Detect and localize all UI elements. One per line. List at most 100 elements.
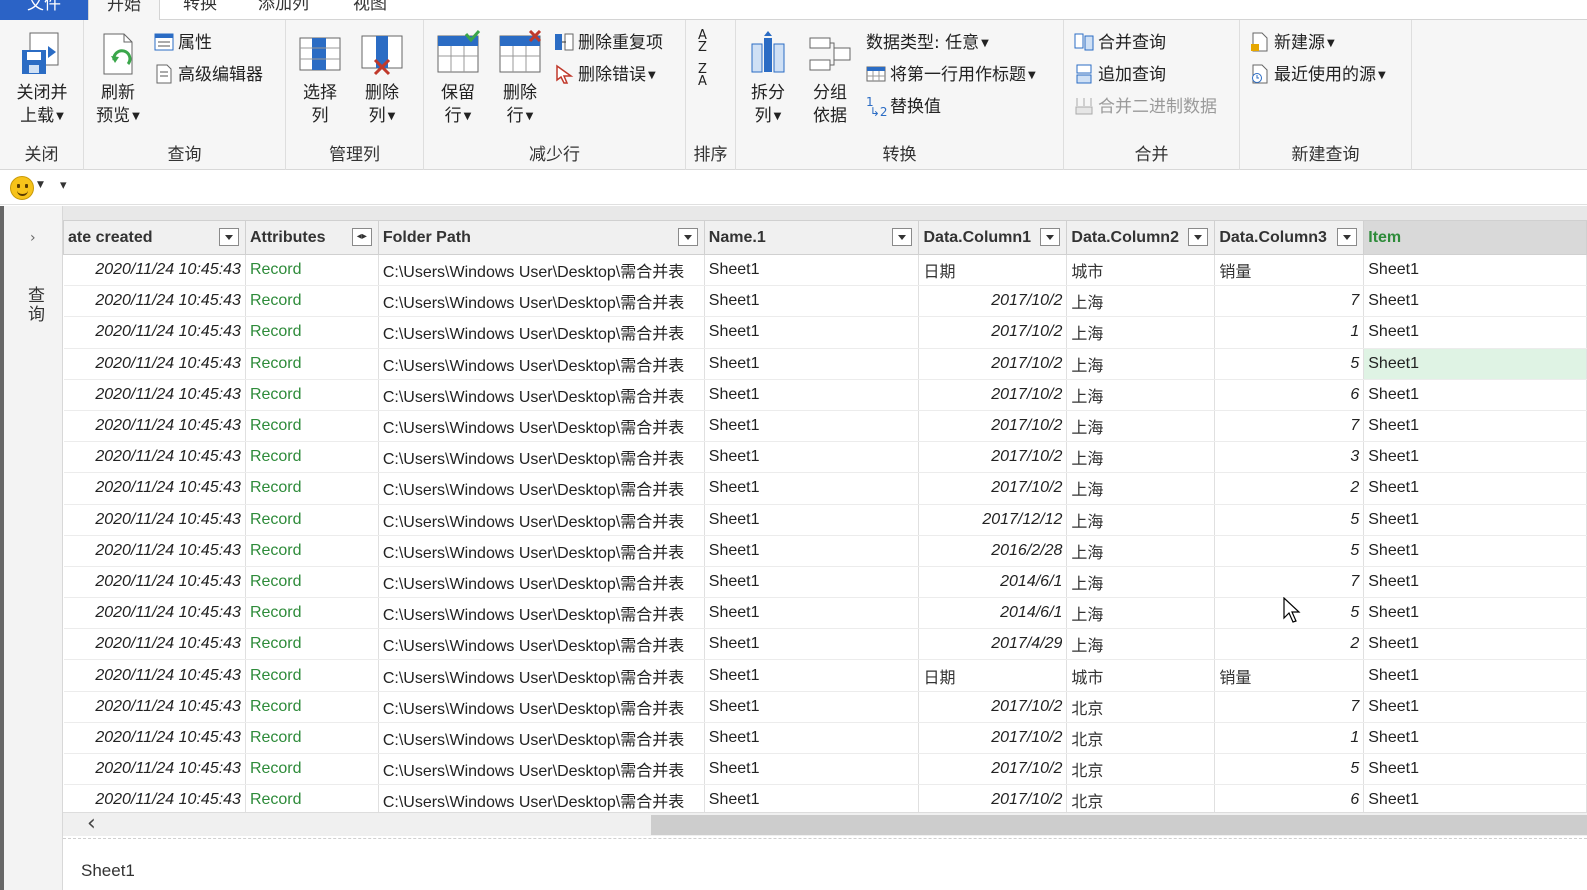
group-label-transform: 转换 bbox=[882, 145, 917, 165]
column-filter-dropdown-icon[interactable] bbox=[1337, 228, 1358, 246]
column-filter-dropdown-icon[interactable] bbox=[1188, 228, 1209, 246]
split-column-button[interactable]: 拆分 列 ▼ bbox=[738, 30, 798, 128]
table-cell[interactable]: Record bbox=[245, 285, 379, 318]
quick-access-toolbar: ▼ ▾ bbox=[0, 171, 1587, 205]
column-header-item[interactable]: Item bbox=[1363, 220, 1587, 255]
table-cell[interactable]: Record bbox=[245, 441, 379, 474]
table-cell: 2020/11/24 10:45:43 bbox=[63, 441, 246, 474]
recent-sources-button[interactable]: 最近使用的源 ▼ bbox=[1250, 62, 1386, 88]
combine-binaries-icon bbox=[1074, 96, 1094, 116]
combine-binaries-button[interactable]: 合并二进制数据 bbox=[1074, 94, 1217, 120]
table-row: 2020/11/24 10:45:43 Record C:\Users\Window… bbox=[63, 691, 1587, 723]
table-cell: 2017/10/2 bbox=[918, 316, 1068, 349]
table-cell[interactable]: Record bbox=[245, 410, 379, 443]
table-cell: 1 bbox=[1214, 316, 1365, 349]
tab-view[interactable]: 视图 bbox=[335, 0, 405, 20]
close-load-label-2: 上载 ▼ bbox=[20, 106, 64, 126]
column-header-name-1[interactable]: Name.1 bbox=[703, 220, 920, 255]
use-first-row-as-headers-button[interactable]: 将第一行用作标题 ▼ bbox=[866, 62, 1036, 88]
column-header-label: Folder Path bbox=[382, 228, 471, 246]
close-and-load-button[interactable]: 关闭并 上载 ▼ bbox=[12, 30, 72, 128]
keep-rows-button[interactable]: 保留 行 ▼ bbox=[428, 30, 488, 128]
replace-values-button[interactable]: 1 ↳2 替换值 bbox=[866, 94, 941, 120]
table-cell: 北京 bbox=[1066, 753, 1216, 786]
table-cell: Sheet1 bbox=[704, 254, 920, 287]
table-cell[interactable]: Record bbox=[245, 691, 379, 723]
smiley-dropdown-icon[interactable]: ▼ bbox=[37, 180, 44, 190]
table-cell: C:\Users\Windows User\Desktop\需合并表 bbox=[378, 753, 705, 786]
column-header-ate-created[interactable]: ate created bbox=[63, 220, 246, 255]
scrollbar-thumb[interactable] bbox=[651, 815, 1587, 835]
column-header-data-column1[interactable]: Data.Column1 bbox=[918, 220, 1068, 255]
column-filter-dropdown-icon[interactable] bbox=[892, 228, 913, 246]
tab-home[interactable]: 开始 bbox=[88, 0, 160, 21]
sort-descending-button[interactable]: ZA bbox=[698, 63, 720, 90]
data-table: ate created Attributes ◂▸ Folder Path Name.1… bbox=[63, 220, 1587, 817]
choose-columns-button[interactable]: 选择 列 bbox=[290, 30, 350, 128]
column-filter-dropdown-icon[interactable] bbox=[677, 228, 698, 246]
expand-column-icon[interactable]: ◂▸ bbox=[351, 228, 372, 246]
tab-transform[interactable]: 转换 bbox=[165, 0, 235, 20]
table-row: 2020/11/24 10:45:43 Record C:\Users\Window… bbox=[63, 597, 1587, 630]
new-source-button[interactable]: 新建源 ▼ bbox=[1250, 30, 1335, 56]
queries-pane-label[interactable]: 查询 bbox=[22, 286, 47, 324]
table-cell[interactable]: Record bbox=[245, 316, 379, 349]
table-cell[interactable]: Record bbox=[245, 722, 379, 755]
column-header-folder-path[interactable]: Folder Path bbox=[377, 220, 705, 255]
column-filter-dropdown-icon[interactable] bbox=[218, 228, 239, 246]
table-cell[interactable]: Record bbox=[245, 504, 379, 536]
table-cell[interactable]: Record bbox=[245, 348, 379, 380]
sort-ascending-button[interactable]: AZ bbox=[698, 29, 720, 56]
table-cell: 上海 bbox=[1066, 628, 1216, 661]
table-cell: Sheet1 bbox=[1363, 722, 1587, 755]
tab-add-column[interactable]: 添加列 bbox=[240, 0, 327, 20]
table-cell[interactable]: Record bbox=[245, 753, 379, 786]
feedback-smiley-icon[interactable] bbox=[10, 176, 34, 200]
customize-toolbar-icon[interactable]: ▾ bbox=[60, 178, 67, 193]
table-cell: 3 bbox=[1214, 441, 1365, 474]
group-by-label-1: 分组 bbox=[813, 83, 847, 103]
table-cell[interactable]: Record bbox=[245, 379, 379, 411]
table-row: 2020/11/24 10:45:43 Record C:\Users\Window… bbox=[63, 348, 1587, 380]
table-cell: 上海 bbox=[1066, 535, 1216, 567]
table-cell: 2020/11/24 10:45:43 bbox=[63, 504, 246, 536]
properties-button[interactable]: 属性 bbox=[154, 30, 212, 56]
table-cell: C:\Users\Windows User\Desktop\需合并表 bbox=[378, 348, 705, 380]
table-cell[interactable]: Record bbox=[245, 472, 379, 505]
table-cell: Sheet1 bbox=[704, 659, 920, 692]
horizontal-scrollbar[interactable]: ‹ bbox=[63, 811, 1587, 836]
table-cell[interactable]: Record bbox=[245, 535, 379, 567]
table-row: 2020/11/24 10:45:43 Record C:\Users\Window… bbox=[63, 285, 1587, 318]
remove-rows-button[interactable]: 删除 行 ▼ bbox=[490, 29, 550, 128]
group-by-button[interactable]: 分组 依据 bbox=[800, 30, 860, 128]
column-header-data-column3[interactable]: Data.Column3 bbox=[1214, 220, 1365, 255]
remove-duplicates-button[interactable]: 删除重复项 bbox=[554, 30, 663, 56]
append-queries-icon bbox=[1074, 64, 1094, 84]
refresh-preview-button[interactable]: 刷新 预览 ▼ bbox=[88, 30, 148, 128]
table-cell: 北京 bbox=[1066, 691, 1216, 723]
table-cell[interactable]: Record bbox=[245, 659, 379, 692]
table-cell: Sheet1 bbox=[1363, 379, 1587, 411]
table-cell[interactable]: Record bbox=[245, 628, 379, 661]
expand-nav-icon[interactable]: › bbox=[30, 230, 36, 246]
table-cell: Sheet1 bbox=[1363, 597, 1587, 630]
column-header-attributes[interactable]: Attributes ◂▸ bbox=[244, 220, 379, 255]
remove-columns-button[interactable]: 删除 列 ▼ bbox=[352, 30, 412, 128]
append-queries-button[interactable]: 追加查询 bbox=[1074, 62, 1166, 88]
advanced-editor-button[interactable]: 高级编辑器 bbox=[154, 62, 263, 88]
merge-queries-button[interactable]: 合并查询 bbox=[1074, 30, 1166, 56]
scroll-left-icon[interactable]: ‹ bbox=[87, 811, 96, 836]
data-type-dropdown[interactable]: 数据类型: 任意 ▼ bbox=[866, 30, 989, 56]
table-cell: 7 bbox=[1214, 410, 1365, 443]
table-cell[interactable]: Record bbox=[245, 566, 379, 599]
table-cell: 城市 bbox=[1066, 254, 1216, 287]
table-cell[interactable]: Record bbox=[245, 254, 379, 287]
column-filter-dropdown-icon[interactable] bbox=[1040, 228, 1061, 246]
table-cell: Sheet1 bbox=[1363, 472, 1587, 505]
table-cell[interactable]: Record bbox=[245, 597, 379, 630]
table-row: 2020/11/24 10:45:43 Record C:\Users\Window… bbox=[63, 441, 1587, 474]
tab-file[interactable]: 文件 bbox=[0, 0, 88, 20]
remove-errors-button[interactable]: 删除错误 ▼ bbox=[554, 62, 656, 88]
table-cell: 5 bbox=[1214, 535, 1365, 567]
column-header-data-column2[interactable]: Data.Column2 bbox=[1066, 220, 1216, 255]
